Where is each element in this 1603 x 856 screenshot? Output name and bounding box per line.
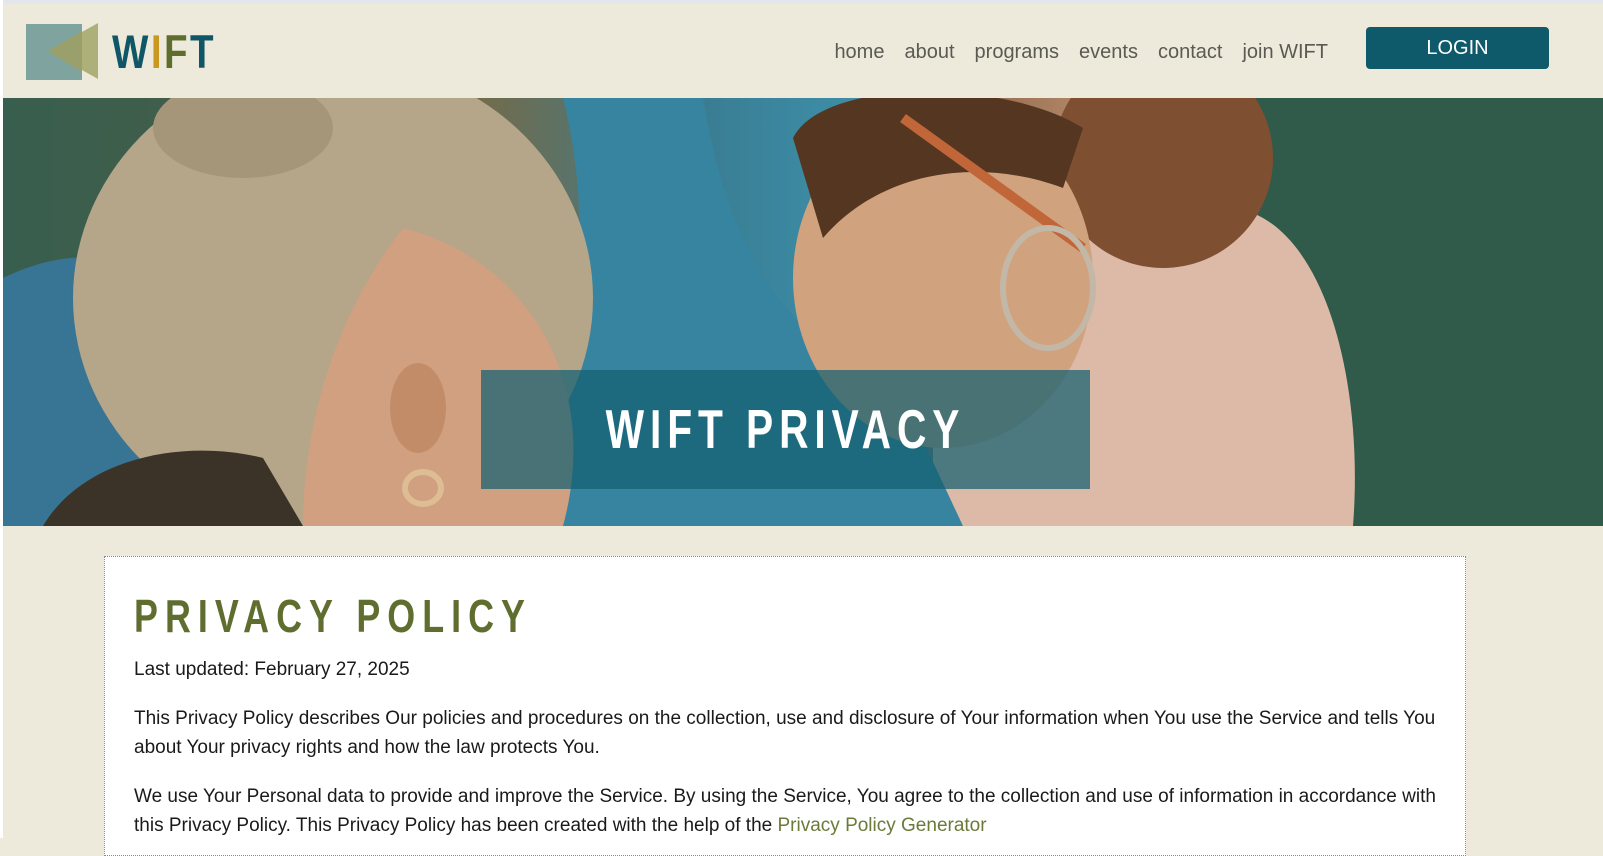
hero-title-box: WIFT PRIVACY POLICY — [481, 370, 1090, 526]
hero-banner: WIFT PRIVACY POLICY — [3, 98, 1603, 526]
hero-title: WIFT PRIVACY POLICY — [605, 398, 966, 526]
nav-events-link[interactable]: events — [1069, 40, 1148, 64]
last-updated-text: Last updated: February 27, 2025 — [134, 659, 410, 680]
usage-paragraph: We use Your Personal data to provide and… — [134, 782, 1439, 840]
content-card: PRIVACY POLICY Last updated: February 27… — [104, 556, 1466, 856]
nav-about-link[interactable]: about — [894, 40, 964, 64]
logo-wordmark: WIFT — [112, 25, 217, 78]
page-title: PRIVACY POLICY — [134, 590, 533, 642]
nav-contact-link[interactable]: contact — [1148, 40, 1232, 64]
intro-paragraph: This Privacy Policy describes Our polici… — [134, 708, 1436, 758]
nav-join-link[interactable]: join WIFT — [1232, 40, 1338, 64]
wift-logo[interactable]: WIFT — [26, 23, 226, 81]
nav-home-link[interactable]: home — [824, 40, 894, 64]
site-header: WIFT home about programs events contact … — [3, 4, 1603, 98]
privacy-policy-generator-link[interactable]: Privacy Policy Generator — [778, 815, 987, 836]
logo-mark-icon — [26, 23, 98, 80]
main-nav: home about programs events contact join … — [824, 40, 1338, 64]
nav-programs-link[interactable]: programs — [965, 40, 1069, 64]
login-button[interactable]: LOGIN — [1366, 27, 1549, 69]
